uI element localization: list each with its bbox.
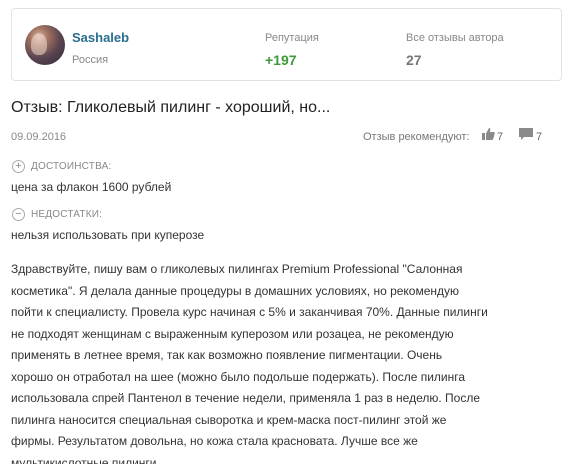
review-body-line: не подходят женщинам с выраженным куперо…	[11, 326, 454, 341]
review-body-line: пилинга наносится специальная сыворотка …	[11, 412, 447, 427]
author-name[interactable]: Sashaleb	[72, 30, 129, 45]
all-reviews-label[interactable]: Все отзывы автора	[406, 32, 504, 44]
review-body-line: косметика". Я делала данные процедуры в …	[11, 283, 460, 298]
likes-count: 7	[497, 131, 504, 143]
comment-icon[interactable]	[519, 128, 533, 141]
review-body: Здравствуйте, пишу вам о гликолевых пили…	[11, 259, 561, 464]
thumbs-up-icon[interactable]	[481, 127, 495, 140]
review-body-line: мультикислотные пилинги.	[11, 455, 160, 464]
review-body-line: Здравствуйте, пишу вам о гликолевых пили…	[11, 262, 463, 276]
reputation-label: Репутация	[265, 32, 319, 44]
recommend-label: Отзыв рекомендуют:	[363, 131, 470, 143]
all-reviews-count[interactable]: 27	[406, 52, 422, 68]
review-body-line: применять в летнее время, так как возмож…	[11, 348, 443, 362]
cons-text: нельзя использовать при куперозе	[11, 228, 205, 242]
avatar[interactable]	[25, 25, 65, 65]
review-date: 09.09.2016	[11, 131, 67, 143]
pros-label: ДОСТОИНСТВА:	[31, 161, 112, 172]
reputation-value: +197	[265, 52, 297, 68]
plus-circle-icon: +	[12, 160, 25, 173]
review-body-line: фирмы. Результатом довольна, но кожа ста…	[11, 434, 418, 448]
author-country: Россия	[72, 54, 109, 66]
review-body-line: использовала спрей Пантенол в течение не…	[11, 391, 481, 405]
author-card: Sashaleb Россия Репутация +197 Все отзыв…	[11, 8, 562, 81]
cons-label: НЕДОСТАТКИ:	[31, 209, 103, 220]
review-body-line: пойти к специалисту. Провела курс начина…	[11, 305, 488, 319]
review-body-line: хорошо он отработал на шее (можно было п…	[11, 369, 466, 384]
pros-text: цена за флакон 1600 рублей	[11, 180, 172, 194]
minus-circle-icon: −	[12, 208, 25, 221]
comments-count: 7	[536, 131, 543, 143]
review-title: Отзыв: Гликолевый пилинг - хороший, но..…	[11, 99, 331, 116]
